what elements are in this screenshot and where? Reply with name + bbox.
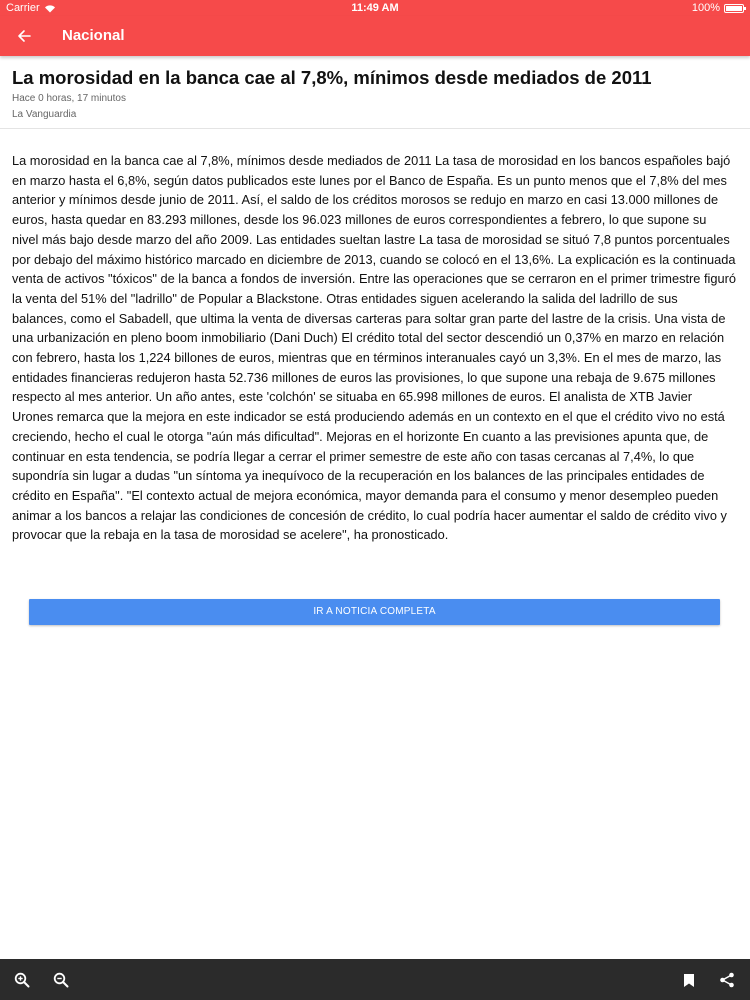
battery-indicator: 100% — [691, 2, 746, 14]
zoom-in-button[interactable] — [11, 969, 33, 991]
share-button[interactable] — [716, 969, 738, 991]
article-header: La morosidad en la banca cae al 7,8%, mí… — [12, 66, 738, 122]
bookmark-icon — [684, 973, 694, 987]
article-time-ago: Hace 0 horas, 17 minutos — [12, 93, 126, 104]
zoom-out-button[interactable] — [50, 969, 72, 991]
arrow-left-icon — [18, 30, 31, 42]
bookmark-button[interactable] — [678, 969, 700, 991]
full-article-button[interactable]: IR A NOTICIA COMPLETA — [29, 599, 720, 625]
share-icon — [720, 972, 734, 988]
status-bar: Carrier 11:49 AM 100% — [0, 0, 750, 16]
article-body: La morosidad en la banca cae al 7,8%, mí… — [12, 153, 736, 543]
status-time: 11:49 AM — [351, 2, 399, 14]
battery-icon — [724, 3, 746, 13]
zoom-out-icon — [53, 972, 69, 988]
bottom-toolbar — [0, 959, 750, 1000]
zoom-in-icon — [14, 972, 30, 988]
article-headline: La morosidad en la banca cae al 7,8%, mí… — [12, 67, 652, 88]
battery-percent: 100% — [691, 2, 720, 14]
header-divider — [0, 128, 750, 129]
app-bar: Nacional — [0, 16, 750, 56]
article-source: La Vanguardia — [12, 109, 77, 120]
back-button[interactable] — [12, 24, 36, 48]
section-title: Nacional — [62, 27, 125, 44]
